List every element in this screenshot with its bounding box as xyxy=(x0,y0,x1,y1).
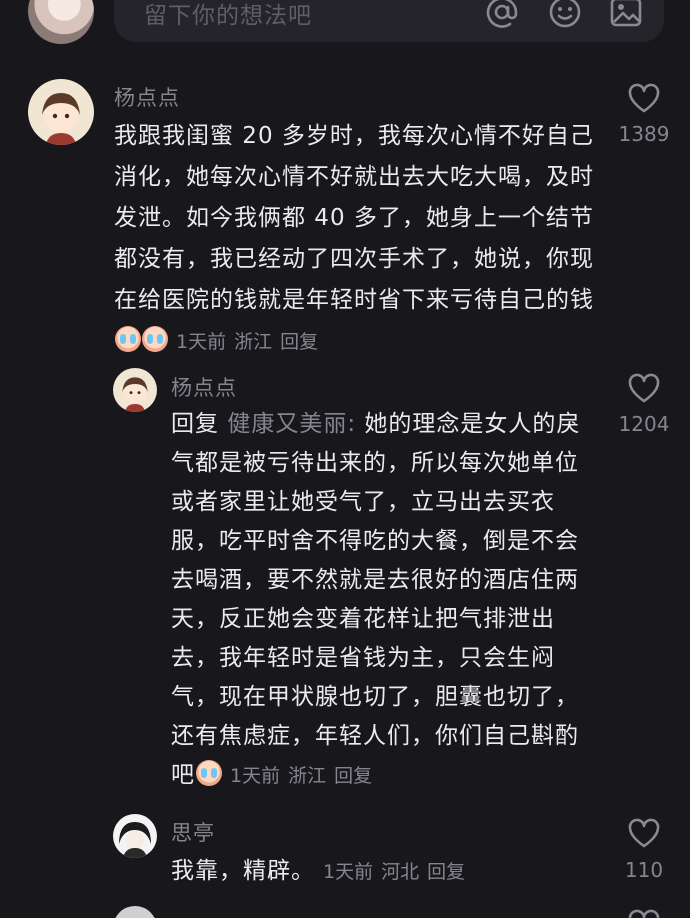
comment-composer: 留下你的想法吧 xyxy=(0,0,690,50)
comment-time: 1天前 xyxy=(176,331,227,353)
avatar[interactable] xyxy=(113,906,157,918)
comment-text: 我靠，精辟。 1天前 河北 回复 xyxy=(171,852,591,892)
like-count: 1389 xyxy=(618,122,670,146)
comment-time: 1天前 xyxy=(323,861,374,883)
heart-icon[interactable] xyxy=(627,82,661,114)
comment-location: 河北 xyxy=(381,861,420,883)
comment-location: 浙江 xyxy=(234,331,273,353)
comment-text: 回复 健康又美丽: 她的理念是女人的戾气都是被亏待出来的，所以每次她单位或者家里… xyxy=(171,405,583,796)
reply-prefix: 回复 xyxy=(171,411,219,437)
emoji-icon[interactable] xyxy=(547,0,583,30)
like-count: 110 xyxy=(624,858,664,882)
like-count: 1204 xyxy=(618,412,670,436)
comment-content: 她的理念是女人的戾气都是被亏待出来的，所以每次她单位或者家里让她受气了，立马出去… xyxy=(171,411,581,788)
at-icon[interactable] xyxy=(484,0,520,30)
reply-button[interactable]: 回复 xyxy=(427,861,465,883)
comment-username[interactable]: 杨点点 xyxy=(171,372,237,402)
comment-page: 留下你的想法吧 杨点点 我跟我闺蜜 20 多岁时，我每次心情不好自己消化，她每次… xyxy=(0,0,690,918)
image-icon[interactable] xyxy=(608,0,644,30)
comment-content: 我靠，精辟。 xyxy=(171,858,315,884)
comment-username[interactable]: 思亭 xyxy=(171,817,215,847)
avatar[interactable] xyxy=(28,79,94,145)
reply-button[interactable]: 回复 xyxy=(280,331,318,353)
avatar[interactable] xyxy=(113,368,157,412)
comment-text: 我跟我闺蜜 20 多岁时，我每次心情不好自己消化，她每次心情不好就出去大吃大喝，… xyxy=(114,116,604,363)
heart-icon[interactable] xyxy=(627,908,661,918)
crying-laughing-emoji-icon xyxy=(142,326,168,352)
crying-laughing-emoji-icon xyxy=(115,326,141,352)
my-avatar[interactable] xyxy=(28,0,94,44)
comment-meta: 1天前 浙江 回复 xyxy=(230,765,380,787)
comment-meta: 1天前 河北 回复 xyxy=(323,861,473,883)
comment-input-placeholder[interactable]: 留下你的想法吧 xyxy=(144,0,312,30)
reply-button[interactable]: 回复 xyxy=(334,765,372,787)
avatar[interactable] xyxy=(113,814,157,858)
crying-laughing-emoji-icon xyxy=(196,760,222,786)
heart-icon[interactable] xyxy=(627,817,661,849)
reply-mention[interactable]: 健康又美丽: xyxy=(227,411,356,437)
comment-content: 我跟我闺蜜 20 多岁时，我每次心情不好自己消化，她每次心情不好就出去大吃大喝，… xyxy=(114,123,594,313)
comment-meta: 1天前 浙江 回复 xyxy=(176,331,326,353)
comment-time: 1天前 xyxy=(230,765,281,787)
comment-username[interactable]: 杨点点 xyxy=(114,82,180,112)
heart-icon[interactable] xyxy=(627,372,661,404)
comment-location: 浙江 xyxy=(288,765,327,787)
